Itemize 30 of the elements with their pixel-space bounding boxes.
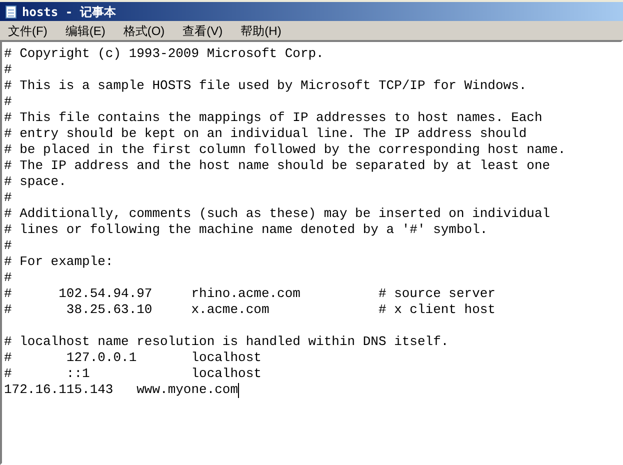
- text-line: #: [4, 190, 12, 206]
- text-line: 172.16.115.143 www.myone.com: [4, 382, 238, 398]
- text-line: # be placed in the first column followed by the corresponding host name.: [4, 142, 566, 158]
- notepad-icon: [4, 4, 18, 18]
- text-line: # ::1 localhost: [4, 366, 262, 382]
- text-line: # For example:: [4, 254, 114, 270]
- text-line: # Copyright (c) 1993-2009 Microsoft Corp.: [4, 46, 324, 62]
- text-editor[interactable]: [0, 40, 623, 465]
- text-line: #: [4, 238, 12, 254]
- text-caret: [238, 382, 240, 398]
- text-line: # This file contains the mappings of IP addresses to host names. Each: [4, 110, 542, 126]
- text-line: # localhost name resolution is handled within DNS itself.: [4, 334, 449, 350]
- text-line: # 102.54.94.97 rhino.acme.com # source server: [4, 286, 496, 302]
- menu-item[interactable]: 格式(O): [119, 22, 169, 40]
- text-line: # Additionally, comments (such as these) may be inserted on individual: [4, 206, 550, 222]
- text-line: #: [4, 62, 12, 78]
- menu-item[interactable]: 编辑(E): [61, 22, 110, 40]
- text-line: # lines or following the machine name denoted by a '#' symbol.: [4, 222, 488, 238]
- menu-item[interactable]: 查看(V): [178, 22, 227, 40]
- menu-item[interactable]: 帮助(H): [236, 22, 286, 40]
- text-line: #: [4, 94, 12, 110]
- text-line: #: [4, 270, 12, 286]
- text-line: # This is a sample HOSTS file used by Microsoft TCP/IP for Windows.: [4, 78, 527, 94]
- text-line: # The IP address and the host name should be separated by at least one: [4, 158, 550, 174]
- text-line: # 127.0.0.1 localhost: [4, 350, 262, 366]
- text-line: # entry should be kept on an individual line. The IP address should: [4, 126, 527, 142]
- window-title: hosts - 记事本: [22, 4, 116, 20]
- text-line: # 38.25.63.10 x.acme.com # x client host: [4, 302, 496, 318]
- menu-item[interactable]: 文件(F): [4, 22, 52, 40]
- text-line: # space.: [4, 174, 66, 190]
